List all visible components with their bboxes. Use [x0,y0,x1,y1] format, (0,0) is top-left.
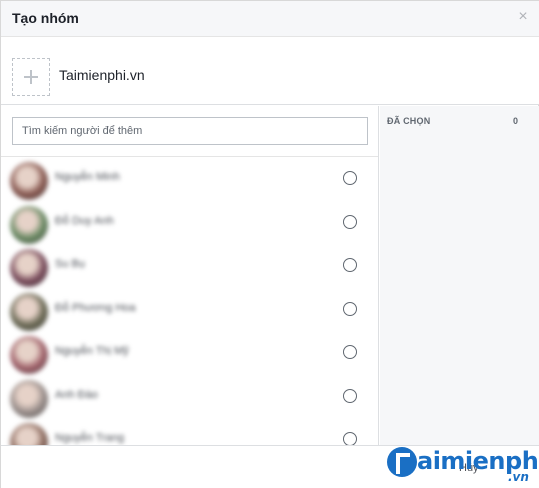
contact-name: Đỗ Phương Hoa [55,301,136,314]
contact-name: Đỗ Duy Anh [55,214,114,227]
avatar [10,336,48,374]
select-radio[interactable] [343,345,357,359]
selected-label: ĐÃ CHỌN [387,116,431,126]
contact-name: Nguyễn Thị Mỹ [55,345,129,357]
avatar [10,292,48,331]
contact-row[interactable]: Nguyễn Thị Mỹ [1,332,378,376]
search-bar [1,106,378,157]
contact-row[interactable]: Đỗ Phương Hoa [1,289,378,333]
group-name[interactable]: Taimienphi.vn [59,67,145,83]
selected-count: 0 [512,116,518,126]
avatar [10,205,48,244]
contact-row[interactable]: Su Bụ [1,245,378,289]
avatar [10,379,48,418]
dialog-header: Tạo nhóm × [1,1,539,37]
avatar [10,162,48,200]
watermark-icon [387,447,417,477]
avatar [10,249,48,287]
contact-row[interactable]: Đỗ Duy Anh [1,202,378,246]
contact-list: Nguyễn Minh Đỗ Duy Anh Su Bụ Đỗ Phương Hoa N… [1,158,378,445]
select-radio[interactable] [343,388,357,403]
contact-name: Nguyễn Minh [55,171,120,183]
search-input[interactable] [12,117,368,145]
select-radio[interactable] [343,171,357,185]
contact-name: Nguyễn Trang [55,432,125,444]
select-radio[interactable] [343,432,357,445]
select-radio[interactable] [343,214,357,229]
contact-name: Su Bụ [55,258,85,270]
contact-name: Anh Đào [55,388,98,401]
selected-panel: ĐÃ CHỌN 0 [380,106,539,445]
contact-row[interactable]: Nguyễn Trang [1,419,378,445]
watermark-suffix: .vn [508,470,529,484]
select-radio[interactable] [343,258,357,272]
watermark-logo: aimienphi .vn [387,447,539,487]
contact-row[interactable]: Nguyễn Minh [1,158,378,202]
avatar [10,423,48,445]
add-group-photo-button[interactable] [12,58,50,96]
plus-icon [24,70,38,84]
select-radio[interactable] [343,301,357,316]
create-group-dialog: Tạo nhóm × Taimienphi.vn Nguyễn Minh Đỗ D… [0,0,539,488]
contact-row[interactable]: Anh Đào [1,376,378,420]
contact-picker: Nguyễn Minh Đỗ Duy Anh Su Bụ Đỗ Phương Hoa N… [1,106,379,445]
dialog-title: Tạo nhóm [12,10,79,26]
group-info-row: Taimienphi.vn [1,37,539,105]
close-icon[interactable]: × [516,9,530,25]
